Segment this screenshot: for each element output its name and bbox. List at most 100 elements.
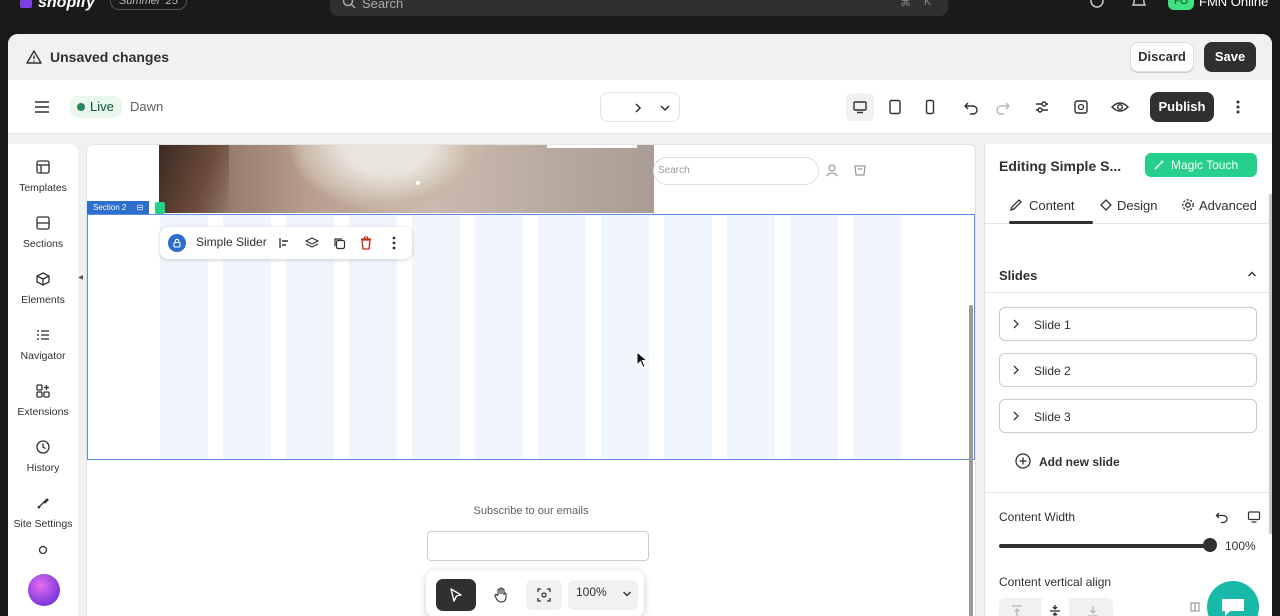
fit-to-screen-button[interactable] (526, 580, 562, 610)
redo-button[interactable] (989, 93, 1017, 121)
more-actions-button[interactable] (1224, 93, 1252, 121)
settings-panel: Editing Simple S... Magic Touch Content … (984, 144, 1272, 616)
extra-settings-icon[interactable] (36, 544, 50, 554)
reset-icon[interactable] (1215, 510, 1229, 524)
editor-toolbar: Live Dawn Publish (8, 80, 1272, 134)
desktop-preview-button[interactable] (846, 93, 874, 121)
tab-content[interactable]: Content (1009, 198, 1075, 213)
inspect-button[interactable] (1067, 93, 1095, 121)
user-avatar[interactable] (28, 574, 60, 606)
sidebar-item-elements[interactable]: Elements (8, 272, 78, 306)
content-width-slider-track[interactable] (999, 544, 1209, 548)
section-label-tag[interactable]: Section 2 ⊟ (87, 201, 150, 215)
save-button[interactable]: Save (1204, 42, 1256, 72)
magic-wand-icon (1154, 160, 1164, 170)
chevron-down-icon (660, 105, 670, 112)
device-preview-group (844, 93, 948, 121)
slider-stripe (412, 215, 460, 459)
align-bottom-button[interactable] (1079, 597, 1107, 616)
mobile-preview-button[interactable] (916, 93, 944, 121)
sidebar-item-label: History (26, 462, 60, 474)
desktop-icon[interactable] (1247, 510, 1261, 524)
mobile-icon (925, 99, 935, 115)
content-width-slider-thumb[interactable] (1203, 538, 1217, 552)
sidebar-item-templates[interactable]: Templates (8, 160, 78, 194)
panel-scrollbar[interactable] (1269, 194, 1272, 534)
layers-icon[interactable] (305, 237, 319, 249)
preview-canvas[interactable]: Search Section 2 ⊟ Simple Slider Subscri… (86, 144, 976, 616)
settings-sliders-button[interactable] (1028, 93, 1056, 121)
tablet-preview-button[interactable] (881, 93, 909, 121)
section-magic-icon[interactable] (155, 202, 165, 214)
element-toolbar: Simple Slider (160, 227, 412, 259)
divider (985, 492, 1272, 493)
elements-icon (36, 272, 50, 286)
sliders-icon (1036, 101, 1048, 113)
account-icon[interactable] (825, 163, 839, 177)
align-top-button[interactable] (1003, 597, 1031, 616)
element-name: Simple Slider (196, 235, 267, 249)
shopify-logo-text[interactable]: shopify (38, 0, 95, 12)
global-search-input[interactable]: Search ⌘ K (330, 0, 948, 16)
unsaved-changes-bar: Unsaved changes Discard Save (8, 34, 1272, 80)
cart-icon[interactable] (853, 163, 867, 177)
store-header-search[interactable]: Search (653, 157, 819, 185)
desktop-icon (853, 101, 867, 114)
simple-slider-section[interactable]: Simple Slider (87, 214, 975, 460)
slider-stripe (475, 215, 523, 459)
sidebar-item-site-settings[interactable]: Site Settings (8, 496, 78, 530)
vertical-align-group (999, 597, 1113, 616)
slides-heading[interactable]: Slides (999, 268, 1037, 283)
content-width-label: Content Width (999, 510, 1076, 524)
slide-item[interactable]: Slide 2 (999, 353, 1257, 387)
redo-icon (996, 102, 1010, 115)
chevron-up-icon[interactable] (1247, 270, 1257, 278)
assistant-icon[interactable] (1089, 0, 1105, 8)
grid-icon[interactable] (1190, 602, 1200, 614)
tablet-icon (889, 99, 901, 115)
left-sidebar: Templates Sections Elements Navigator Ex… (8, 144, 78, 616)
magic-touch-button[interactable]: Magic Touch (1145, 153, 1257, 177)
unsaved-changes-message: Unsaved changes (50, 49, 170, 65)
more-options-icon[interactable] (392, 236, 396, 250)
section-drag-icon[interactable]: ⊟ (137, 203, 144, 212)
sidebar-item-sections[interactable]: Sections (8, 216, 78, 250)
sidebar-item-history[interactable]: History (8, 440, 78, 474)
tab-design[interactable]: Design (1099, 198, 1157, 213)
hero-carousel-dot[interactable] (416, 181, 420, 185)
hand-tool-button[interactable] (486, 580, 516, 610)
publish-button[interactable]: Publish (1150, 92, 1214, 122)
panel-title: Editing Simple S... (999, 158, 1122, 174)
mouse-cursor-icon (636, 351, 648, 369)
canvas-scrollbar[interactable] (969, 305, 973, 616)
slider-stripe (538, 215, 586, 459)
sidebar-item-navigator[interactable]: Navigator (8, 328, 78, 362)
gear-icon (1182, 199, 1194, 211)
delete-trash-icon[interactable] (360, 236, 372, 250)
duplicate-icon[interactable] (333, 237, 346, 250)
edition-badge[interactable]: Summer '25 (110, 0, 187, 10)
hamburger-menu-icon[interactable] (32, 97, 52, 117)
divider (985, 292, 1272, 293)
slide-item[interactable]: Slide 1 (999, 307, 1257, 341)
store-avatar[interactable]: FO (1168, 0, 1194, 10)
shopify-logo-icon[interactable] (20, 0, 32, 8)
newsletter-email-input[interactable] (427, 531, 649, 561)
preview-button[interactable] (1106, 93, 1134, 121)
shortcut-cmd-key: ⌘ (900, 0, 911, 9)
notifications-bell-icon[interactable] (1131, 0, 1147, 8)
slide-item[interactable]: Slide 3 (999, 399, 1257, 433)
discard-button[interactable]: Discard (1130, 42, 1194, 72)
sidebar-item-extensions[interactable]: Extensions (8, 384, 78, 418)
align-middle-button[interactable] (1041, 597, 1069, 616)
tab-advanced[interactable]: Advanced (1181, 198, 1257, 213)
pointer-icon (450, 588, 462, 602)
navigator-icon (37, 330, 49, 340)
undo-button[interactable] (957, 93, 985, 121)
panel-tabs: Content Design Advanced (985, 188, 1272, 224)
pointer-tool-button[interactable] (436, 579, 476, 611)
page-selector[interactable] (600, 92, 680, 122)
chevron-right-icon (635, 103, 642, 113)
align-left-icon[interactable] (278, 237, 290, 249)
store-name[interactable]: FMN Online (1199, 0, 1268, 9)
